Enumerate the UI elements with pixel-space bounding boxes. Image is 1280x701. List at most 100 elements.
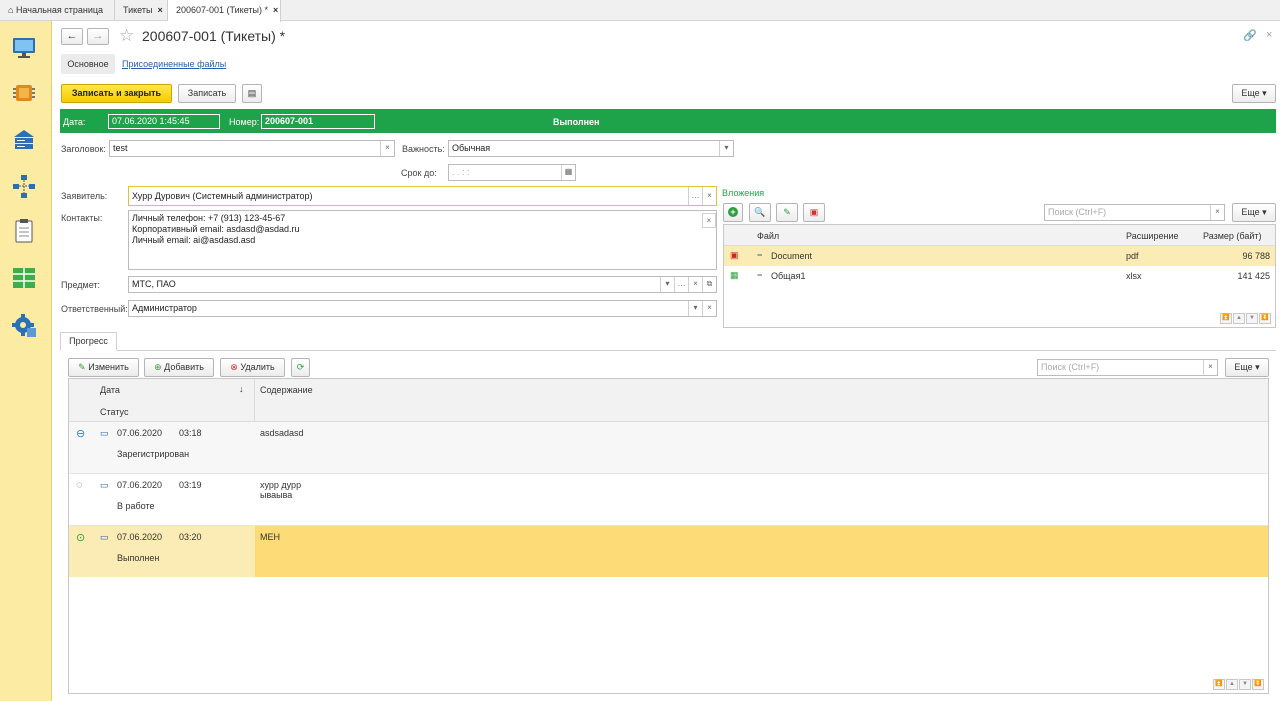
close-icon[interactable]: × (157, 5, 162, 15)
close-form-icon[interactable]: × (1266, 29, 1272, 41)
title-field[interactable]: test × (109, 140, 395, 157)
select-more-icon[interactable]: … (674, 277, 688, 292)
refresh-button[interactable]: ⟳ (291, 358, 310, 377)
tab-progress[interactable]: Прогресс (60, 332, 117, 351)
scroll-down-icon[interactable]: ▼ (1246, 313, 1258, 324)
edit-attachment-button[interactable]: ✎ (776, 203, 798, 222)
deadline-field[interactable]: . . : : ▦ (448, 164, 576, 181)
clear-icon[interactable]: × (1203, 360, 1217, 375)
scroll-up-icon[interactable]: ▲ (1226, 679, 1238, 690)
responsible-field[interactable]: Администратор ▾ × (128, 300, 717, 317)
delete-attachment-button[interactable]: ▣ (803, 203, 825, 222)
clipboard-icon[interactable] (10, 217, 38, 245)
chip-icon[interactable] (10, 79, 38, 107)
row-status: Выполнен (117, 553, 160, 563)
save-and-close-button[interactable]: Записать и закрыть (61, 84, 172, 103)
forward-button[interactable]: → (87, 28, 109, 45)
subject-field[interactable]: МТС, ПАО ▾… × ⧉ (128, 276, 717, 293)
link-icon[interactable]: 🔗 (1243, 29, 1257, 42)
clear-icon[interactable]: × (702, 187, 716, 205)
chevron-down-icon[interactable]: ▾ (660, 277, 674, 292)
delete-file-icon: ▣ (809, 207, 819, 217)
row-status: Зарегистрирован (117, 449, 190, 459)
col-file[interactable]: Файл (757, 231, 779, 241)
col-extension[interactable]: Расширение (1126, 231, 1178, 241)
importance-select[interactable]: Обычная ▾ (448, 140, 734, 157)
add-progress-button[interactable]: ⊕ Добавить (144, 358, 214, 377)
table-row[interactable]: ▣ − Document pdf 96 788 (724, 246, 1275, 266)
clear-icon[interactable]: × (688, 277, 702, 292)
sort-arrow-icon[interactable]: ↓ (239, 384, 244, 394)
number-field[interactable]: 200607-001 (261, 114, 375, 129)
col-size[interactable]: Размер (байт) (1203, 231, 1262, 241)
refresh-icon: ⟳ (296, 362, 305, 372)
add-attachment-button[interactable]: + (723, 203, 743, 222)
chevron-down-icon[interactable]: ▾ (688, 301, 702, 316)
subtab-main[interactable]: Основное (61, 54, 115, 74)
scroll-bottom-icon[interactable]: ⏬ (1259, 313, 1271, 324)
attachments-search-input[interactable]: Поиск (Ctrl+F) × (1044, 204, 1225, 221)
attachments-more-button[interactable]: Еще ▾ (1232, 203, 1276, 222)
save-button[interactable]: Записать (178, 84, 236, 103)
tab-home[interactable]: ⌂ Начальная страница (0, 0, 115, 21)
delete-circle-icon: ⊗ (230, 362, 238, 372)
clear-icon[interactable]: × (1210, 205, 1224, 220)
file-size: 96 788 (1242, 251, 1270, 261)
applicant-field[interactable]: Хурр Дурович (Системный администратор) … × (128, 186, 717, 206)
server-icon[interactable] (10, 126, 38, 154)
add-label: Добавить (164, 362, 204, 372)
table-row[interactable]: ▦ − Общая1 xlsx 141 425 (724, 266, 1275, 286)
scroll-top-icon[interactable]: ⏫ (1220, 313, 1232, 324)
network-icon[interactable] (10, 172, 38, 200)
scroll-top-icon[interactable]: ⏫ (1213, 679, 1225, 690)
favorite-star-icon[interactable]: ☆ (119, 26, 134, 46)
search-placeholder: Поиск (Ctrl+F) (1048, 207, 1107, 217)
clear-icon[interactable]: × (380, 141, 394, 156)
progress-more-button[interactable]: Еще ▾ (1225, 358, 1269, 377)
table-row[interactable]: ⊙ ▭ 07.06.2020 03:20 Выполнен МЕН (69, 526, 1268, 577)
expand-icon[interactable]: − (757, 270, 762, 280)
monitor-icon[interactable] (10, 34, 38, 62)
select-more-icon[interactable]: … (688, 187, 702, 205)
delete-progress-button[interactable]: ⊗ Удалить (220, 358, 285, 377)
in-progress-icon: ◌ (76, 479, 83, 491)
subtab-attached-files[interactable]: Присоединенные файлы (122, 59, 226, 69)
edit-progress-button[interactable]: ✎ Изменить (68, 358, 139, 377)
preview-button[interactable]: 🔍 (749, 203, 771, 222)
settings-gear-icon[interactable] (10, 311, 38, 339)
file-ext: pdf (1126, 251, 1139, 261)
tab-ticket-current[interactable]: 200607-001 (Тикеты) * × (168, 0, 281, 22)
contacts-field[interactable]: Личный телефон: +7 (913) 123-45-67 Корпо… (128, 210, 717, 270)
table-row[interactable]: ⊖ ▭ 07.06.2020 03:18 Зарегистрирован asd… (69, 422, 1268, 474)
contacts-label: Контакты: (61, 213, 103, 223)
row-content: МЕН (260, 532, 280, 542)
scroll-up-icon[interactable]: ▲ (1233, 313, 1245, 324)
date-field[interactable]: 07.06.2020 1:45:45 (108, 114, 220, 129)
close-icon[interactable]: × (273, 5, 278, 15)
chevron-down-icon[interactable]: ▾ (719, 141, 733, 156)
status-text: Выполнен (553, 117, 600, 127)
tab-current-label: 200607-001 (Тикеты) * (176, 5, 269, 15)
document-list-icon[interactable]: ▤ (242, 84, 262, 103)
clear-icon[interactable]: × (702, 301, 716, 316)
more-button[interactable]: Еще ▾ (1232, 84, 1276, 103)
progress-search-input[interactable]: Поиск (Ctrl+F) × (1037, 359, 1218, 376)
col-status[interactable]: Статус (100, 407, 128, 417)
deadline-label: Срок до: (401, 168, 437, 178)
open-icon[interactable]: ⧉ (702, 277, 716, 292)
scroll-down-icon[interactable]: ▼ (1239, 679, 1251, 690)
back-button[interactable]: ← (61, 28, 83, 45)
col-date[interactable]: Дата (100, 385, 120, 395)
attachments-table: Файл Расширение Размер (байт) ▣ − Docume… (723, 224, 1276, 328)
table-row[interactable]: ◌ ▭ 07.06.2020 03:19 В работе хурр дурр … (69, 474, 1268, 526)
row-date: 07.06.2020 (117, 480, 163, 490)
table-icon[interactable] (10, 264, 38, 292)
clear-icon[interactable]: × (702, 213, 716, 228)
tab-tickets[interactable]: Тикеты × (115, 0, 168, 21)
scroll-bottom-icon[interactable]: ⏬ (1252, 679, 1264, 690)
expand-icon[interactable]: − (757, 250, 762, 260)
col-content[interactable]: Содержание (260, 385, 313, 395)
number-label: Номер: (229, 117, 260, 127)
row-date: 07.06.2020 (117, 428, 163, 438)
calendar-icon[interactable]: ▦ (561, 165, 575, 180)
